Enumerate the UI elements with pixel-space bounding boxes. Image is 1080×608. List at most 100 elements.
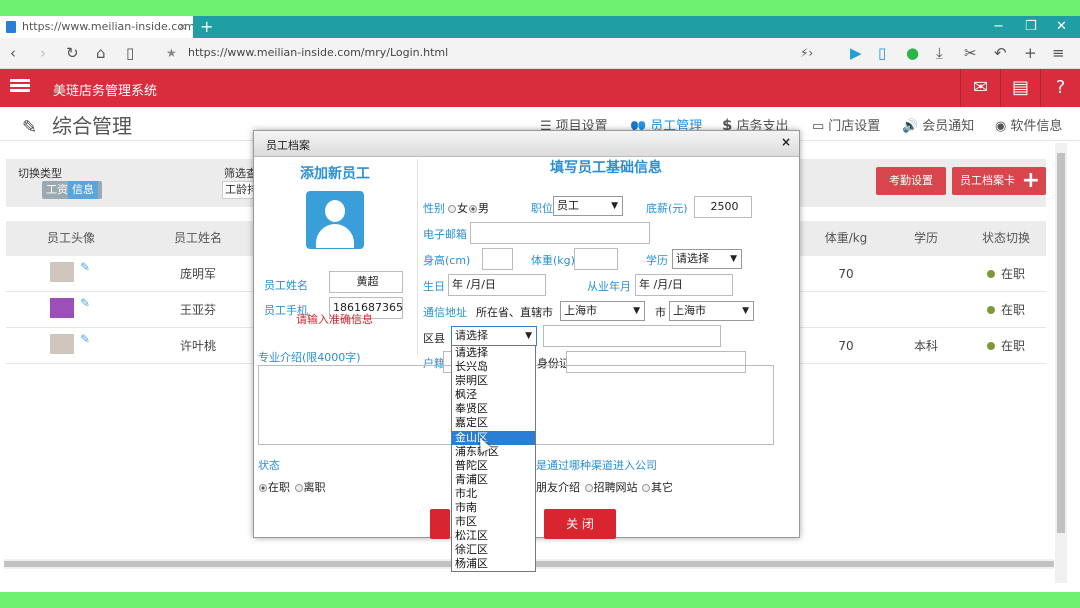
weight-input[interactable]	[574, 248, 618, 270]
dialog-close-icon[interactable]: ×	[781, 135, 791, 149]
salary-input[interactable]: 2500	[694, 196, 752, 218]
nav-label: 软件信息	[1010, 119, 1063, 134]
province-select[interactable]: 上海市 ▼	[560, 301, 645, 321]
district-option[interactable]: 长兴岛	[452, 360, 535, 374]
nav-item-notify[interactable]: 🔊 会员通知	[902, 115, 974, 134]
lightning-icon[interactable]: ⚡›	[800, 43, 813, 63]
phone-icon[interactable]: ▯	[878, 43, 886, 63]
undo-icon[interactable]: ↶	[994, 43, 1007, 63]
staff-archive-button[interactable]: 员工档案卡 +	[952, 167, 1046, 195]
district-option[interactable]: 青浦区	[452, 473, 535, 487]
district-option[interactable]: 崇明区	[452, 374, 535, 388]
scroll-thumb[interactable]	[1057, 153, 1065, 533]
minimize-button[interactable]: −	[993, 16, 1004, 38]
mail-icon[interactable]: ✉	[960, 69, 1000, 107]
scissors-icon[interactable]: ✂	[964, 43, 977, 63]
new-tab-button[interactable]: +	[200, 16, 213, 38]
download-icon[interactable]: ⤓	[936, 43, 943, 63]
intro-label: 专业介绍(限4000字)	[258, 351, 361, 364]
wechat-icon[interactable]: ●	[906, 43, 919, 63]
channel-radios[interactable]: 朋友介绍 招聘网站 其它	[536, 479, 673, 495]
position-select[interactable]: 员工 ▼	[553, 196, 623, 216]
forward-icon[interactable]: ›	[40, 43, 46, 63]
district-option[interactable]: 市北	[452, 487, 535, 501]
status-toggle[interactable]: 在职	[966, 328, 1046, 364]
browser-tab[interactable]: https://www.meilian-inside.com/m ×	[0, 16, 193, 38]
district-dropdown-list[interactable]: 请选择 长兴岛 崇明区 枫泾 奉贤区 嘉定区 金山区 浦东新区 普陀区 青浦区 市北 市南 市区 松江区徐…	[451, 345, 536, 572]
district-select[interactable]: 请选择 ▼	[451, 326, 537, 346]
chevron-down-icon: ▼	[742, 306, 749, 316]
name-input[interactable]: 黄超	[329, 271, 403, 293]
tab-close-icon[interactable]: ×	[178, 16, 187, 38]
col-name: 员工姓名	[173, 231, 222, 245]
height-input[interactable]	[482, 248, 513, 270]
district-option[interactable]: 徐汇区	[452, 543, 535, 557]
radio-female[interactable]	[448, 205, 456, 213]
vertical-scrollbar[interactable]	[1055, 143, 1067, 583]
radio-web[interactable]	[584, 484, 593, 492]
list-menu-icon[interactable]	[10, 77, 30, 97]
district-option[interactable]: 市南	[452, 501, 535, 515]
star-icon[interactable]: ★	[166, 43, 177, 63]
url-field[interactable]: https://www.meilian-inside.com/mry/Login…	[188, 46, 448, 59]
district-option[interactable]: 浦东新区	[452, 445, 535, 459]
edu-select[interactable]: 请选择 ▼	[672, 249, 742, 269]
city-select[interactable]: 上海市 ▼	[669, 301, 754, 321]
status-toggle[interactable]: 在职	[966, 256, 1046, 292]
toggle-info[interactable]: 信息	[68, 181, 98, 199]
active-text: 在职	[268, 481, 290, 494]
warning-text: 请输入准确信息	[296, 313, 373, 326]
avatar	[50, 298, 74, 318]
district-option[interactable]: 普陀区	[452, 459, 535, 473]
clipboard-icon[interactable]: ▤	[1000, 69, 1040, 107]
district-option[interactable]: 奉贤区	[452, 402, 535, 416]
edit-icon[interactable]: ✎	[80, 260, 90, 274]
archive-btn-label: 员工档案卡	[960, 174, 1015, 187]
district-option[interactable]: 金山区	[452, 430, 535, 445]
nav-item-software[interactable]: ◉ 软件信息	[995, 115, 1062, 134]
close-window-button[interactable]: ✕	[1056, 16, 1067, 38]
radio-male[interactable]	[469, 205, 477, 213]
district-option[interactable]: 请选择	[452, 346, 535, 360]
radio-active[interactable]	[259, 484, 267, 492]
edit-icon[interactable]: ✎	[80, 296, 90, 310]
district-option[interactable]: 松江区	[452, 529, 535, 543]
help-icon[interactable]: ?	[1040, 69, 1080, 107]
status-text: 在职	[1000, 303, 1025, 317]
refresh-icon[interactable]: ↻	[66, 43, 79, 63]
attendance-settings-button[interactable]: 考勤设置	[876, 167, 946, 195]
plus-icon[interactable]: +	[1024, 43, 1037, 63]
avatar-upload[interactable]	[306, 191, 364, 249]
district-option[interactable]: 枫泾	[452, 388, 535, 402]
add-icon: +	[1021, 168, 1040, 193]
toggle-salary[interactable]: 工资	[46, 183, 68, 196]
district-detail-input[interactable]	[543, 325, 721, 347]
avatar	[50, 334, 74, 354]
district-option[interactable]: 市区	[452, 515, 535, 529]
type-toggle[interactable]: 工资 信息	[42, 181, 102, 199]
close-button[interactable]: 关 闭	[544, 509, 616, 539]
home-icon[interactable]: ⌂	[96, 43, 106, 63]
work-start-input[interactable]: 年 /月/日	[635, 274, 733, 296]
status-toggle[interactable]: 在职	[966, 292, 1046, 328]
district-option[interactable]: 嘉定区	[452, 416, 535, 430]
radio-other[interactable]	[642, 484, 650, 492]
edit-icon[interactable]: ✎	[80, 332, 90, 346]
city-value: 上海市	[673, 304, 706, 317]
gender-radios[interactable]: 女男	[447, 200, 489, 216]
salary-label: 底薪(元)	[646, 202, 688, 215]
save-button[interactable]	[430, 509, 450, 539]
maximize-button[interactable]: ❐	[1025, 16, 1037, 38]
staff-weight: 70	[838, 267, 854, 281]
birth-input[interactable]: 年 /月/日	[448, 274, 546, 296]
chevron-down-icon: ▼	[730, 254, 737, 264]
radio-left[interactable]	[294, 484, 303, 492]
nav-item-store[interactable]: ▭ 门店设置	[812, 115, 880, 134]
reader-icon[interactable]: ▯	[126, 43, 134, 63]
status-radios[interactable]: 在职 离职	[258, 479, 326, 495]
play-icon[interactable]: ▶	[850, 43, 862, 63]
menu-icon[interactable]: ≡	[1052, 43, 1065, 63]
back-icon[interactable]: ‹	[10, 43, 16, 63]
district-option[interactable]: 杨浦区	[452, 557, 535, 571]
email-input[interactable]	[470, 222, 650, 244]
